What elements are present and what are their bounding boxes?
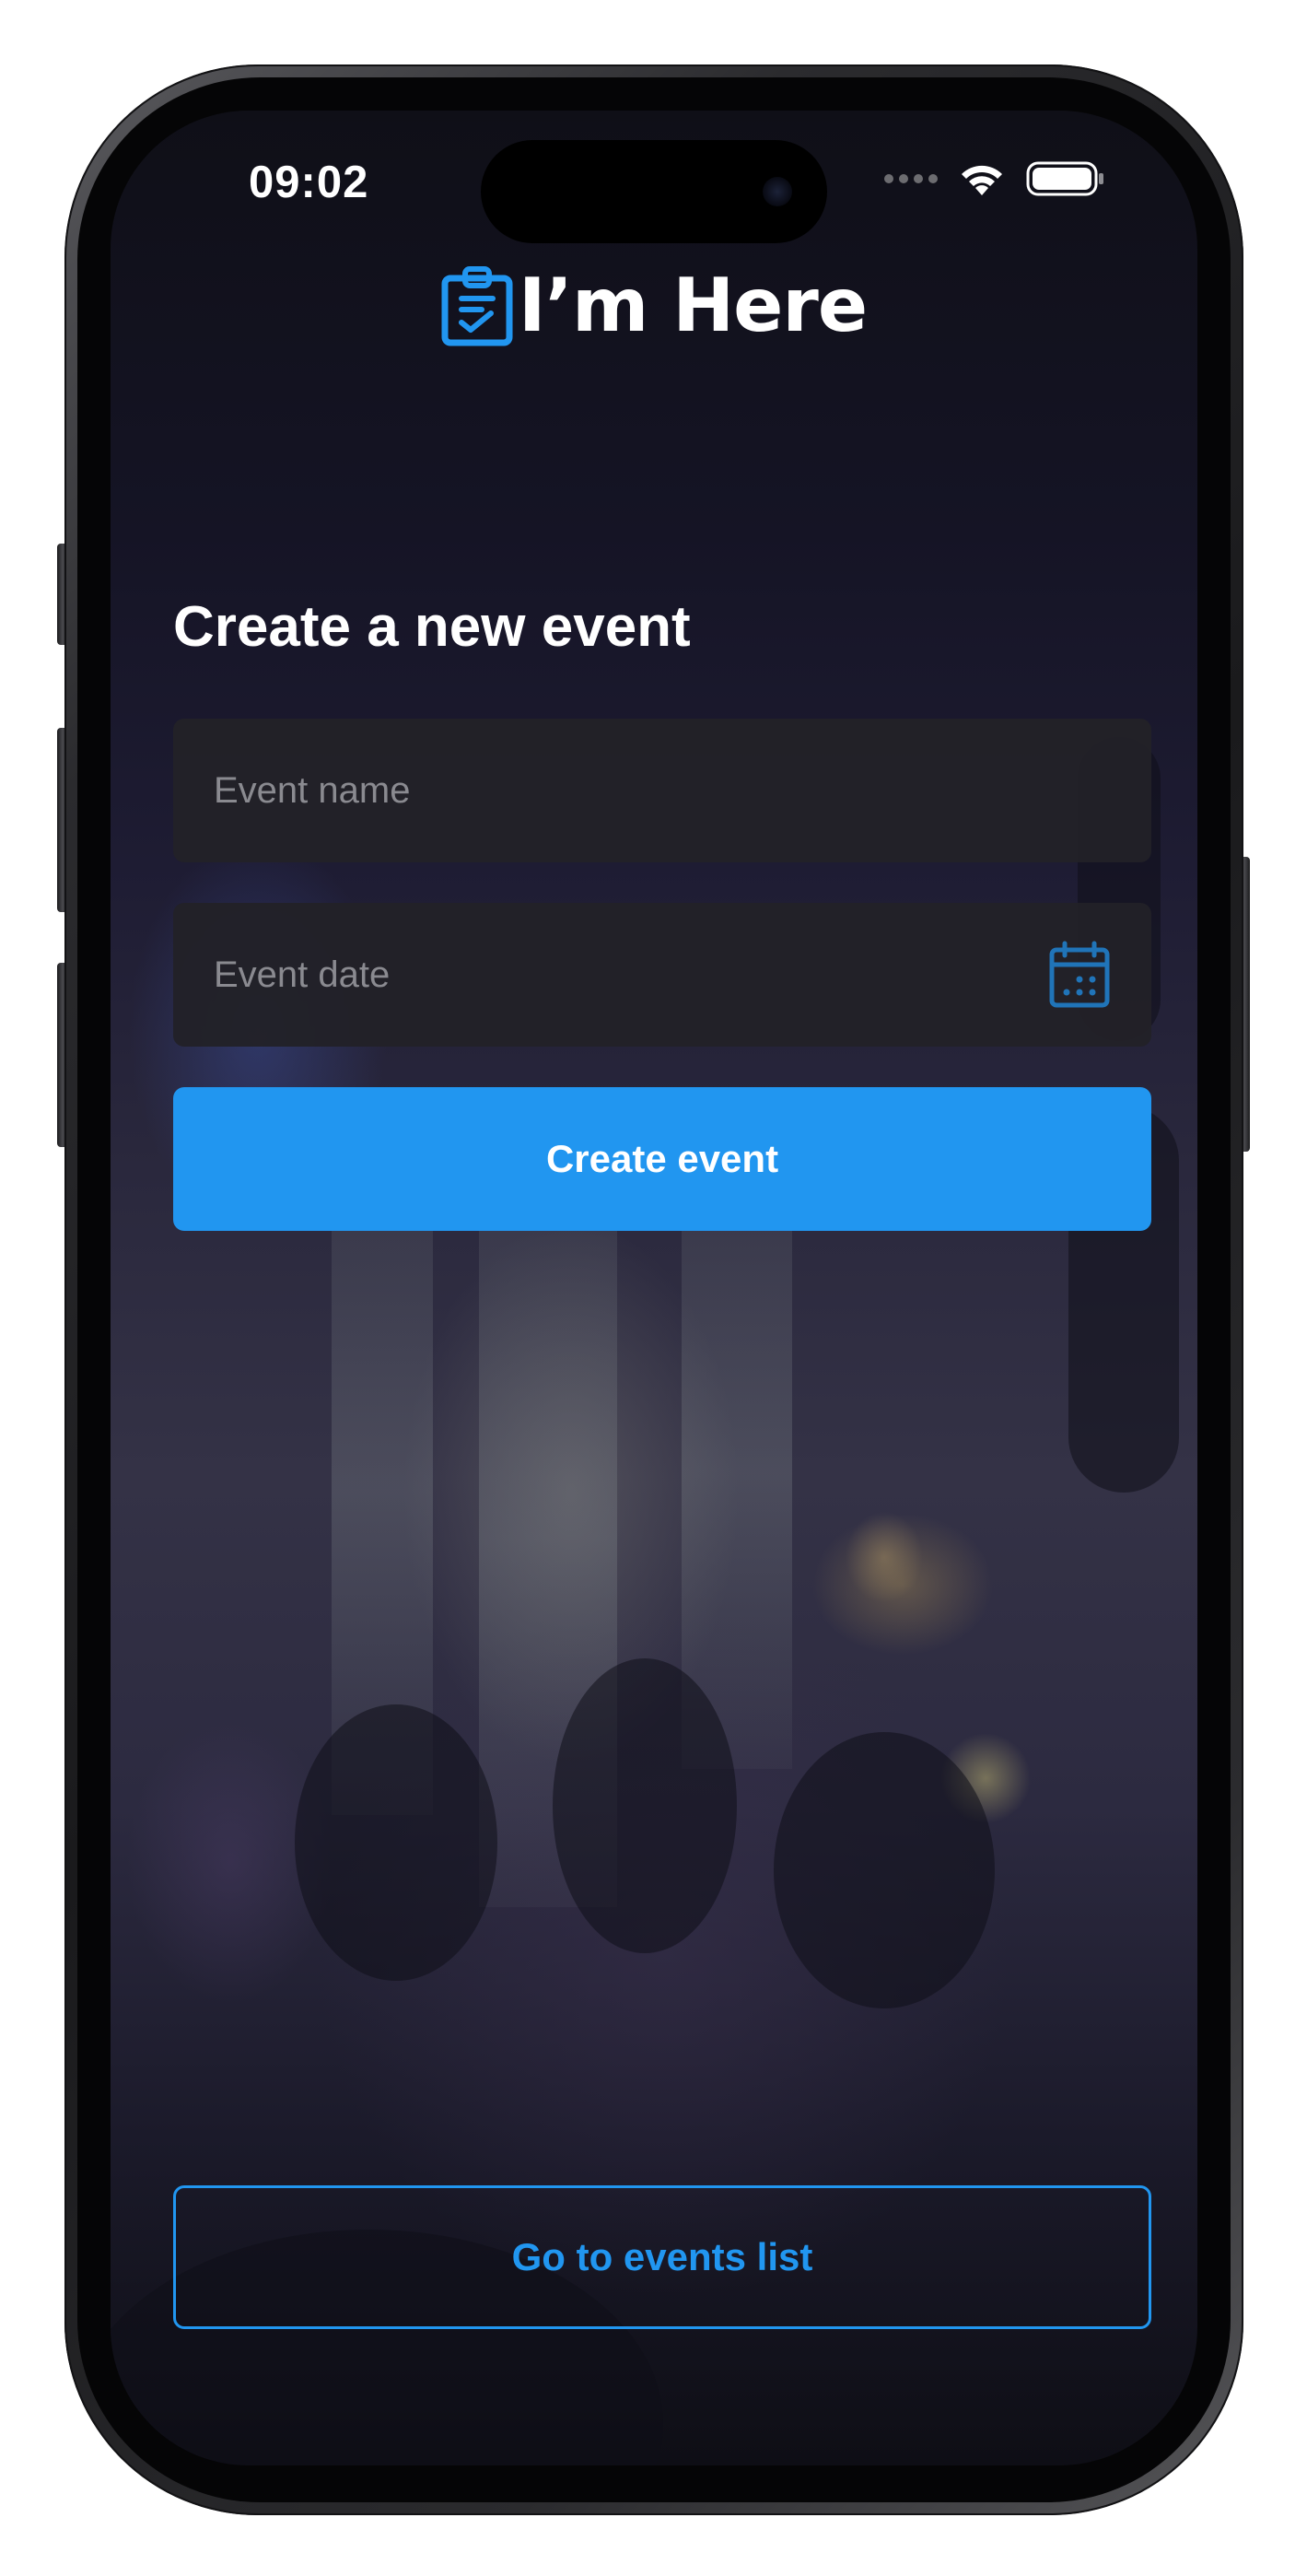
form-heading: Create a new event xyxy=(173,595,691,659)
front-camera xyxy=(763,177,792,206)
background-crowd-silhouette xyxy=(295,1704,497,1981)
wifi-icon xyxy=(962,165,1002,195)
event-name-field[interactable] xyxy=(173,719,1151,862)
status-indicators xyxy=(884,158,1105,199)
app-title: I’m Here xyxy=(518,263,868,348)
background-crowd-silhouette xyxy=(774,1732,995,2008)
clipboard-check-icon xyxy=(441,265,513,345)
battery-icon xyxy=(1026,161,1103,196)
background-crowd-silhouette xyxy=(553,1658,737,1953)
event-date-field[interactable] xyxy=(173,903,1151,1047)
event-name-input[interactable] xyxy=(214,769,1024,812)
calendar-icon[interactable] xyxy=(1048,941,1111,1009)
cellular-signal-icon xyxy=(884,174,938,183)
background-light-beam xyxy=(682,1170,792,1769)
app-header: I’m Here xyxy=(111,263,1197,348)
status-time: 09:02 xyxy=(249,158,369,207)
create-event-button[interactable]: Create event xyxy=(173,1087,1151,1231)
device-mockup: 09:02 I’m Here Create a new event Event … xyxy=(0,0,1307,2576)
event-date-input[interactable] xyxy=(214,954,1024,996)
go-to-events-list-button[interactable]: Go to events list xyxy=(173,2185,1151,2329)
dynamic-island xyxy=(481,140,827,243)
app-screen: 09:02 I’m Here Create a new event Event … xyxy=(111,111,1197,2465)
